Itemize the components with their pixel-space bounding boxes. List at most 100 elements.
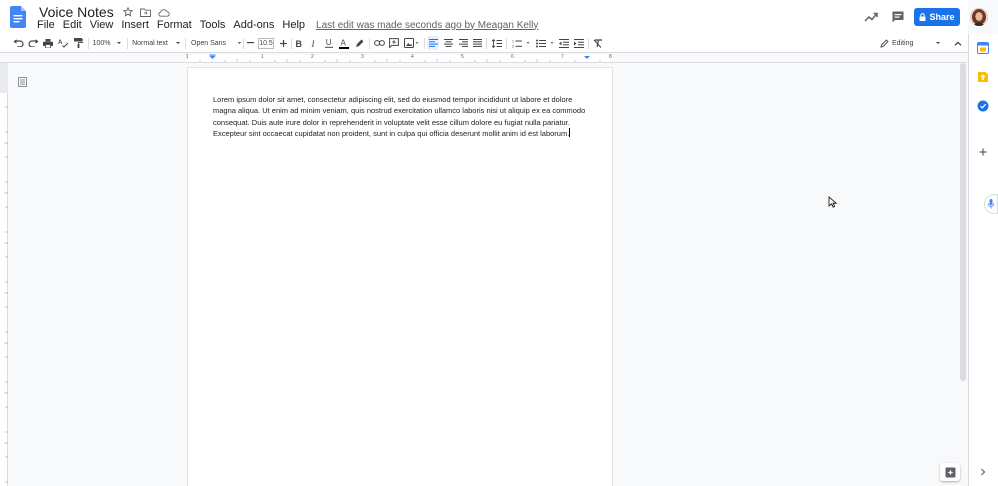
vertical-ruler[interactable] — [0, 63, 8, 486]
share-label: Share — [929, 12, 955, 22]
microphone-icon — [987, 199, 995, 209]
svg-text:B: B — [296, 39, 303, 48]
insert-link-icon[interactable] — [373, 36, 385, 50]
align-left-icon[interactable] — [427, 36, 439, 50]
style-select[interactable]: Normal text — [132, 36, 182, 50]
voice-typing-tab[interactable] — [984, 194, 998, 214]
menu-view[interactable]: View — [90, 19, 114, 31]
explore-button[interactable] — [940, 463, 960, 481]
vertical-ruler-scale — [0, 63, 8, 483]
docs-header: Voice Notes File Edit View Insert Format… — [0, 0, 988, 34]
align-right-icon[interactable] — [457, 36, 469, 50]
chevron-down-icon — [175, 42, 180, 44]
undo-icon[interactable] — [12, 36, 24, 50]
menu-help[interactable]: Help — [282, 19, 305, 31]
highlight-color-icon[interactable] — [354, 36, 366, 50]
text-cursor — [569, 128, 571, 138]
text-color-icon[interactable]: A — [338, 36, 350, 50]
ruler-number: 1 — [186, 54, 189, 60]
share-button[interactable]: Share — [914, 8, 960, 26]
chevron-down-icon — [237, 42, 242, 44]
numbered-list-icon[interactable]: 12 — [510, 36, 532, 50]
svg-text:2: 2 — [512, 44, 514, 47]
menu-edit[interactable]: Edit — [63, 19, 82, 31]
ruler-number: 2 — [311, 54, 314, 60]
insert-image-icon[interactable] — [403, 36, 421, 50]
menu-addons[interactable]: Add-ons — [233, 19, 274, 31]
italic-icon[interactable]: I — [309, 36, 319, 50]
pencil-icon — [880, 38, 889, 48]
add-addon-icon[interactable] — [977, 146, 989, 158]
last-edit-link[interactable]: Last edit was made seconds ago by Meagan… — [316, 20, 538, 31]
increase-indent-icon[interactable] — [573, 36, 585, 50]
chevron-down-icon — [526, 42, 529, 44]
svg-text:1: 1 — [512, 39, 514, 43]
zoom-select[interactable]: 100% — [92, 36, 124, 50]
align-center-icon[interactable] — [442, 36, 454, 50]
justify-icon[interactable] — [471, 36, 483, 50]
bulleted-list-icon[interactable] — [534, 36, 556, 50]
google-docs-window: Voice Notes File Edit View Insert Format… — [0, 0, 998, 486]
explore-icon — [945, 467, 955, 477]
tasks-icon[interactable] — [977, 100, 989, 112]
menu-file[interactable]: File — [37, 19, 55, 31]
clear-formatting-icon[interactable] — [592, 36, 604, 50]
document-outline-icon[interactable] — [18, 77, 27, 87]
avatar[interactable] — [970, 8, 988, 26]
zoom-value: 100% — [92, 39, 111, 47]
chevron-down-icon — [117, 42, 122, 44]
comment-history-icon[interactable] — [891, 10, 905, 24]
ruler-number: 4 — [411, 54, 414, 60]
lock-icon — [919, 13, 926, 21]
paint-format-icon[interactable] — [72, 36, 84, 50]
activity-dashboard-icon[interactable] — [864, 10, 878, 24]
ruler-number: 3 — [361, 54, 364, 60]
expand-side-panel-icon[interactable] — [979, 467, 987, 477]
add-comment-icon[interactable] — [388, 36, 400, 50]
ruler-scale — [188, 54, 612, 62]
menu-tools[interactable]: Tools — [200, 19, 226, 31]
bold-icon[interactable]: B — [294, 36, 304, 50]
ruler-number: 1 — [261, 54, 264, 60]
document-body[interactable]: Lorem ipsum dolor sit amet, consectetur … — [213, 94, 588, 140]
cloud-saved-icon[interactable] — [158, 6, 170, 18]
underline-icon[interactable]: U — [324, 36, 334, 50]
decrease-font-size-icon[interactable] — [245, 36, 255, 50]
redo-icon[interactable] — [27, 36, 39, 50]
print-icon[interactable] — [42, 36, 54, 50]
font-value: Open Sans — [191, 39, 227, 47]
svg-text:A: A — [58, 40, 63, 46]
star-icon[interactable] — [122, 6, 134, 18]
svg-text:A: A — [341, 38, 347, 47]
editing-mode-select[interactable]: Editing — [880, 36, 946, 50]
chevron-down-icon — [550, 42, 553, 44]
calendar-icon[interactable] — [977, 42, 989, 54]
menu-bar: File Edit View Insert Format Tools Add-o… — [37, 19, 538, 31]
line-spacing-icon[interactable] — [491, 36, 503, 50]
font-select[interactable]: Open Sans — [191, 36, 243, 50]
decrease-indent-icon[interactable] — [558, 36, 570, 50]
svg-text:I: I — [311, 39, 316, 48]
document-title[interactable]: Voice Notes — [37, 4, 116, 20]
vertical-scrollbar[interactable] — [960, 63, 966, 381]
ruler-number: 8 — [609, 54, 612, 60]
move-folder-icon[interactable] — [140, 6, 152, 18]
body-paragraph: Lorem ipsum dolor sit amet, consectetur … — [213, 95, 586, 139]
keep-icon[interactable] — [977, 71, 989, 83]
mouse-pointer-icon — [828, 196, 838, 208]
editing-mode-label: Editing — [892, 39, 914, 47]
hide-menus-icon[interactable] — [953, 36, 963, 50]
ruler-number: 5 — [461, 54, 464, 60]
docs-logo-icon[interactable] — [10, 6, 26, 28]
increase-font-size-icon[interactable] — [278, 36, 288, 50]
chevron-down-icon — [936, 42, 941, 44]
chevron-down-icon — [415, 42, 419, 44]
svg-text:U: U — [326, 38, 332, 47]
spellcheck-icon[interactable]: A — [57, 36, 69, 50]
style-value: Normal text — [132, 39, 168, 47]
font-size-input[interactable]: 10.5 — [258, 38, 274, 49]
horizontal-ruler[interactable]: 1 1 2 3 4 5 6 7 8 — [0, 53, 968, 63]
menu-format[interactable]: Format — [157, 19, 192, 31]
formatting-toolbar: A 100% Normal text Open Sans 10.5 B I U … — [0, 34, 968, 53]
menu-insert[interactable]: Insert — [121, 19, 149, 31]
